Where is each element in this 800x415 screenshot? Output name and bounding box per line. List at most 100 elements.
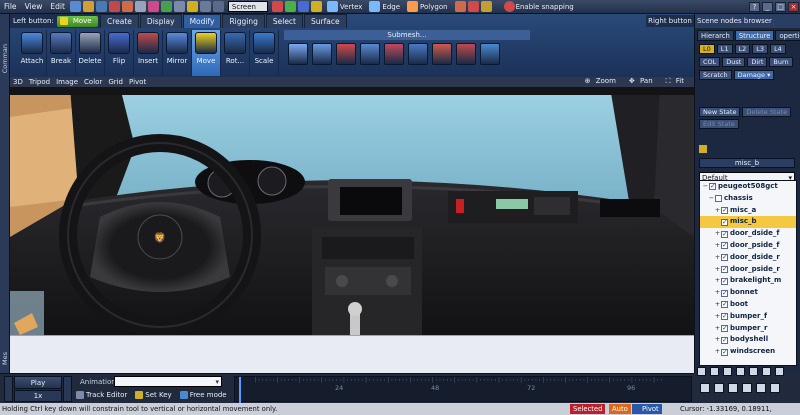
submesh-smooth-icon[interactable] [480, 43, 500, 65]
submesh-merge-icon[interactable] [456, 43, 476, 65]
3d-viewport[interactable]: 🦁 [10, 87, 694, 335]
expand-icon[interactable]: + [714, 334, 721, 346]
menu-file[interactable]: File [0, 2, 21, 11]
delete-state-button[interactable]: Delete State [742, 107, 792, 117]
tree-node[interactable]: misc_b [700, 216, 796, 229]
tab-structure[interactable]: Structure [734, 30, 775, 41]
tool-delete-button[interactable]: Delete [76, 30, 105, 76]
expand-icon[interactable]: + [714, 228, 721, 240]
visibility-checkbox[interactable] [721, 264, 728, 276]
tool-break-button[interactable]: Break [47, 30, 76, 76]
tool-insert-button[interactable]: Insert [134, 30, 163, 76]
tree-remove-icon[interactable] [710, 367, 719, 376]
viewport-3d-menu[interactable]: 3D [10, 78, 26, 86]
expand-icon[interactable]: + [714, 287, 721, 299]
tree-node[interactable]: + brakelight_m [700, 275, 796, 288]
pan-button[interactable]: ✥ Pan [626, 77, 659, 86]
timeline-loop-icon[interactable] [770, 383, 780, 393]
submesh-edit-icon[interactable] [312, 43, 332, 65]
playhead[interactable] [239, 377, 241, 403]
tree-node[interactable]: + door_dside_r [700, 252, 796, 264]
viewport-color-menu[interactable]: Color [81, 78, 105, 86]
tool-scale-button[interactable]: Scale [250, 30, 279, 76]
tree-node[interactable]: + bumper_r [700, 323, 796, 335]
help-icon[interactable]: ? [749, 1, 760, 12]
visibility-checkbox[interactable] [721, 347, 728, 358]
mode-edge-button[interactable]: Edge [365, 1, 403, 12]
selected-badge[interactable]: Selected [570, 404, 606, 414]
render-icon[interactable] [147, 1, 159, 12]
tool-move-button[interactable]: Move [192, 30, 221, 76]
speed-button[interactable]: 1x [14, 390, 62, 402]
left-button-move-chip[interactable]: Move [56, 15, 98, 27]
pivot-badge[interactable]: Pivot [632, 404, 662, 414]
tab-modify[interactable]: Modify [182, 14, 222, 28]
tree-node[interactable]: + boot [700, 299, 796, 311]
burn-button[interactable]: Burn [769, 57, 793, 67]
submesh-extrude-icon[interactable] [384, 43, 404, 65]
screen-select[interactable]: Screen [227, 1, 268, 12]
tab-create[interactable]: Create [100, 14, 139, 28]
submesh-cube-icon[interactable] [288, 43, 308, 65]
set-key-button[interactable]: Set Key [135, 391, 172, 399]
tree-node[interactable]: − peugeot508gct [700, 181, 796, 193]
play-icon[interactable] [160, 1, 172, 12]
timeline-last-icon[interactable] [756, 383, 766, 393]
previous-frame-button[interactable] [4, 376, 13, 402]
viewport-image-menu[interactable]: Image [53, 78, 81, 86]
timeline-prev-icon[interactable] [714, 383, 724, 393]
timeline[interactable]: 24 48 72 96 [234, 376, 692, 403]
enable-snapping-toggle[interactable]: Enable snapping [499, 1, 578, 12]
animation-select[interactable]: ▾ [114, 376, 222, 387]
tab-select[interactable]: Select [265, 14, 303, 28]
viewport-pivot-menu[interactable]: Pivot [126, 78, 149, 86]
dust-button[interactable]: Dust [722, 57, 746, 67]
submesh-detach-icon[interactable] [432, 43, 452, 65]
submesh-weld-icon[interactable] [408, 43, 428, 65]
lod-0-button[interactable]: L0 [699, 44, 715, 54]
expand-icon[interactable]: + [714, 299, 721, 311]
right-button-label[interactable]: Right button [646, 15, 694, 27]
tree-down-icon[interactable] [736, 367, 745, 376]
next-frame-button[interactable] [63, 376, 72, 402]
new-state-button[interactable]: New State [699, 107, 741, 117]
uv-icon[interactable] [480, 1, 492, 12]
axis-z-icon[interactable] [297, 1, 309, 12]
visibility-checkbox[interactable] [721, 299, 728, 311]
visibility-checkbox[interactable] [721, 323, 728, 335]
viewport-grid-menu[interactable]: Grid [105, 78, 126, 86]
grid-icon[interactable] [199, 1, 211, 12]
settings-icon[interactable] [134, 1, 146, 12]
visibility-checkbox[interactable] [721, 288, 728, 299]
submesh-title[interactable]: Submesh... [284, 30, 530, 40]
expand-icon[interactable]: + [714, 252, 721, 264]
open-folder-icon[interactable] [82, 1, 94, 12]
undo-icon[interactable] [108, 1, 120, 12]
paint-icon[interactable] [454, 1, 466, 12]
tab-properties[interactable]: operties [775, 30, 800, 41]
maximize-icon[interactable]: □ [775, 1, 786, 12]
mode-vertex-button[interactable]: Vertex [323, 1, 366, 12]
lod-4-button[interactable]: L4 [770, 44, 786, 54]
light-icon[interactable] [186, 1, 198, 12]
expand-icon[interactable]: + [714, 205, 721, 217]
zoom-button[interactable]: ⊕ Zoom [582, 77, 622, 86]
fit-button[interactable]: ⛶ Fit [663, 77, 690, 86]
visibility-checkbox[interactable] [721, 229, 728, 240]
tab-hierarchy[interactable]: Hierarch [697, 30, 734, 41]
lod-3-button[interactable]: L3 [752, 44, 769, 54]
expand-icon[interactable]: + [714, 323, 721, 335]
expand-icon[interactable]: + [714, 240, 721, 252]
cut-icon[interactable] [467, 1, 479, 12]
tab-surface[interactable]: Surface [304, 14, 347, 28]
visibility-checkbox[interactable] [721, 311, 728, 323]
submesh-scatter-icon[interactable] [336, 43, 356, 65]
tree-node[interactable]: + door_pside_r [700, 264, 796, 276]
tree-node[interactable]: + bumper_f [700, 311, 796, 323]
mode-polygon-button[interactable]: Polygon [403, 1, 451, 12]
messages-tab-label[interactable]: Mes [1, 352, 9, 365]
auto-badge[interactable]: Auto [609, 404, 631, 414]
damage-select[interactable]: Damage ▾ [733, 70, 775, 80]
tree-node[interactable]: + misc_a [700, 205, 796, 217]
tool-mirror-button[interactable]: Mirror [163, 30, 192, 76]
